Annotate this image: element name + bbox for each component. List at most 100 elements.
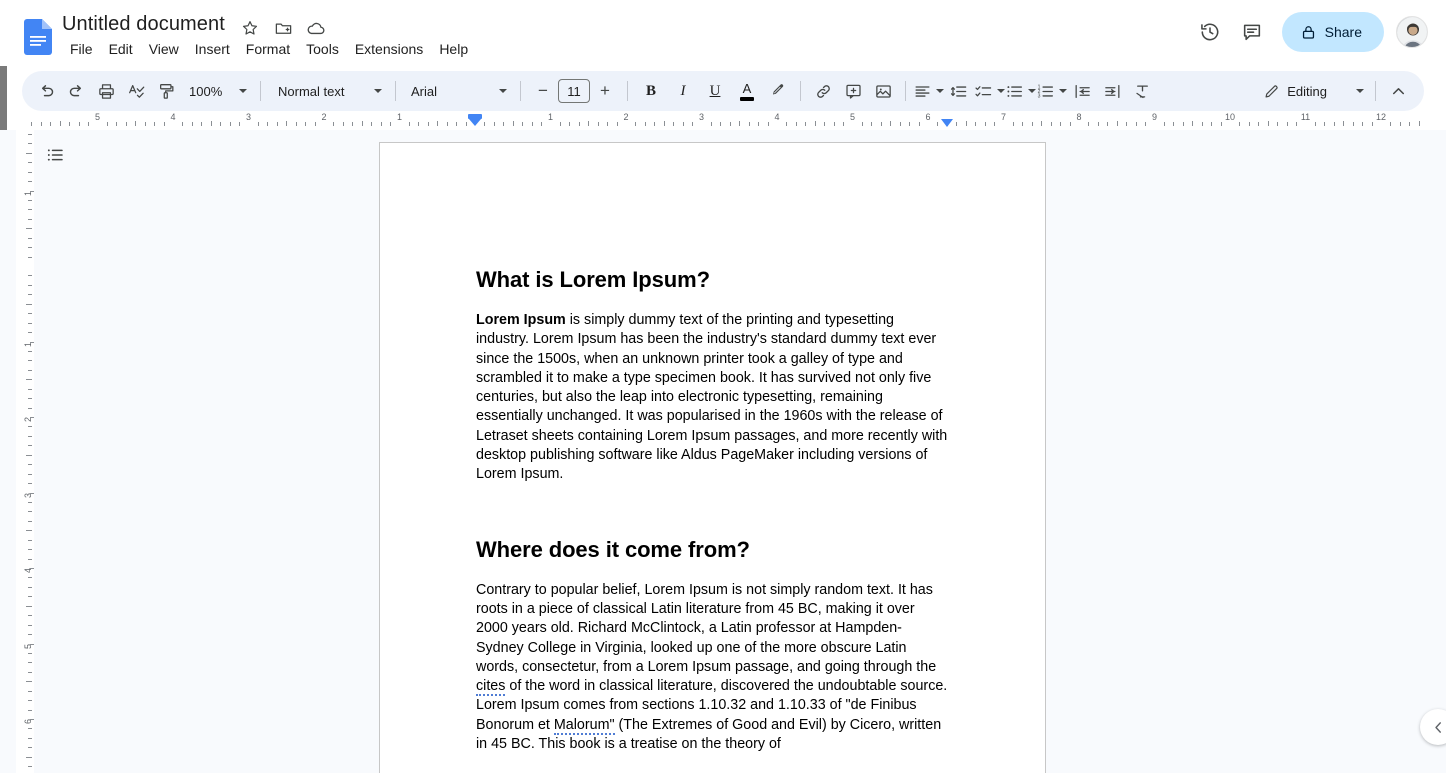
text-color-button[interactable]: A (731, 76, 763, 106)
star-icon[interactable] (238, 16, 262, 40)
ruler-tick (1248, 122, 1250, 126)
ruler-tick (295, 122, 297, 126)
title-bar-actions: Share (1190, 12, 1428, 52)
ruler-tick (1012, 122, 1014, 126)
section-paragraph-1[interactable]: Lorem Ipsum is simply dummy text of the … (476, 311, 949, 485)
line-spacing-button[interactable] (944, 76, 974, 106)
toolbar-divider (800, 81, 801, 101)
paragraph-style-select[interactable]: Normal text (270, 76, 388, 106)
cloud-saved-icon[interactable] (304, 16, 328, 40)
menu-item-extensions[interactable]: Extensions (347, 38, 431, 60)
chevron-down-icon (374, 89, 382, 93)
insert-link-button[interactable] (808, 76, 838, 106)
ruler-tick (28, 549, 32, 551)
document-title[interactable]: Untitled document (62, 10, 225, 38)
ruler-tick (30, 417, 34, 418)
menu-item-file[interactable]: File (62, 38, 101, 60)
add-comment-button[interactable] (838, 76, 868, 106)
section-heading-2[interactable]: Where does it come from? (476, 537, 949, 563)
decrease-indent-button[interactable] (1067, 76, 1097, 106)
version-history-icon[interactable] (1190, 12, 1230, 52)
show-side-panel-button[interactable] (1420, 709, 1446, 745)
ruler-tick (116, 122, 118, 126)
ruler-label: 3 (245, 112, 252, 122)
right-indent-marker[interactable] (940, 119, 953, 127)
ruler-tick (1145, 122, 1147, 126)
ruler-tick (135, 121, 137, 126)
menu-item-edit[interactable]: Edit (101, 38, 141, 60)
checklist-button[interactable] (974, 76, 1005, 106)
decrease-font-size-button[interactable]: − (528, 76, 558, 106)
menu-item-insert[interactable]: Insert (187, 38, 238, 60)
vertical-ruler[interactable]: 1123456 (16, 130, 34, 773)
font-size-input[interactable]: 11 (558, 79, 590, 103)
ruler-label: 1 (396, 112, 403, 122)
insert-image-button[interactable] (868, 76, 898, 106)
paint-format-button[interactable] (151, 76, 181, 106)
menu-item-tools[interactable]: Tools (298, 38, 347, 60)
menu-item-view[interactable]: View (141, 38, 187, 60)
menu-item-help[interactable]: Help (431, 38, 476, 60)
collapse-toolbar-button[interactable] (1383, 76, 1413, 106)
outline-panel (36, 130, 376, 773)
italic-label: I (680, 82, 686, 99)
toolbar-divider (260, 81, 261, 101)
redo-button[interactable] (61, 76, 91, 106)
editing-mode-select[interactable]: Editing (1255, 76, 1368, 106)
section-heading-1[interactable]: What is Lorem Ipsum? (476, 267, 949, 293)
ruler-tick (833, 122, 835, 126)
ruler-tick (28, 671, 32, 673)
horizontal-ruler[interactable]: 5 4 3 2 1 1 2 3 4 5 6 7 8 9 10 11 12 (22, 112, 1424, 129)
ruler-tick (28, 237, 32, 239)
document-outline-icon[interactable] (42, 142, 68, 168)
highlight-color-button[interactable] (763, 76, 793, 106)
svg-text:3: 3 (1038, 93, 1041, 99)
bold-button[interactable]: B (635, 76, 667, 106)
chevron-down-icon (997, 89, 1005, 93)
document-page[interactable]: What is Lorem Ipsum? Lorem Ipsum is simp… (379, 142, 1046, 773)
zoom-value: 100% (189, 83, 223, 99)
print-button[interactable] (91, 76, 121, 106)
increase-font-size-button[interactable]: + (590, 76, 620, 106)
google-docs-logo[interactable] (24, 19, 52, 55)
ruler-tick (28, 360, 32, 362)
numbered-list-button[interactable]: 1 2 3 (1036, 76, 1067, 106)
ruler-tick (663, 121, 665, 126)
italic-button[interactable]: I (667, 76, 699, 106)
share-label: Share (1324, 24, 1362, 40)
bulleted-list-button[interactable] (1005, 76, 1036, 106)
align-button[interactable] (913, 76, 944, 106)
ruler-tick (28, 615, 32, 617)
account-avatar[interactable] (1396, 16, 1428, 48)
move-to-folder-icon[interactable] (271, 16, 295, 40)
comment-history-icon[interactable] (1232, 12, 1272, 52)
ruler-tick (1333, 122, 1335, 126)
ruler-label: 3 (698, 112, 705, 122)
ruler-tick (1343, 121, 1345, 126)
menu-item-format[interactable]: Format (238, 38, 298, 60)
ruler-tick (28, 539, 32, 541)
ruler-tick (28, 388, 32, 390)
clear-formatting-button[interactable] (1127, 76, 1157, 106)
misspelled-word-cites[interactable]: cites (476, 678, 506, 697)
undo-button[interactable] (31, 76, 61, 106)
toolbar-divider (627, 81, 628, 101)
ruler-tick (956, 122, 958, 126)
font-family-select[interactable]: Arial (403, 76, 513, 106)
menu-bar: File Edit View Insert Format Tools Exten… (62, 38, 476, 60)
ruler-tick (1418, 121, 1420, 126)
ruler-tick (1399, 122, 1401, 126)
ruler-tick (28, 162, 32, 164)
ruler-tick (1201, 122, 1203, 126)
ruler-tick (720, 122, 722, 126)
ruler-tick (1163, 122, 1165, 126)
share-button[interactable]: Share (1281, 12, 1384, 52)
zoom-select[interactable]: 100% (181, 76, 253, 106)
section-paragraph-2[interactable]: Contrary to popular belief, Lorem Ipsum … (476, 581, 949, 755)
misspelled-word-malorum[interactable]: Malorum" (553, 716, 615, 735)
spellcheck-button[interactable] (121, 76, 151, 106)
underline-button[interactable]: U (699, 76, 731, 106)
ruler-tick (28, 747, 32, 749)
increase-indent-button[interactable] (1097, 76, 1127, 106)
left-indent-marker[interactable] (468, 114, 482, 127)
